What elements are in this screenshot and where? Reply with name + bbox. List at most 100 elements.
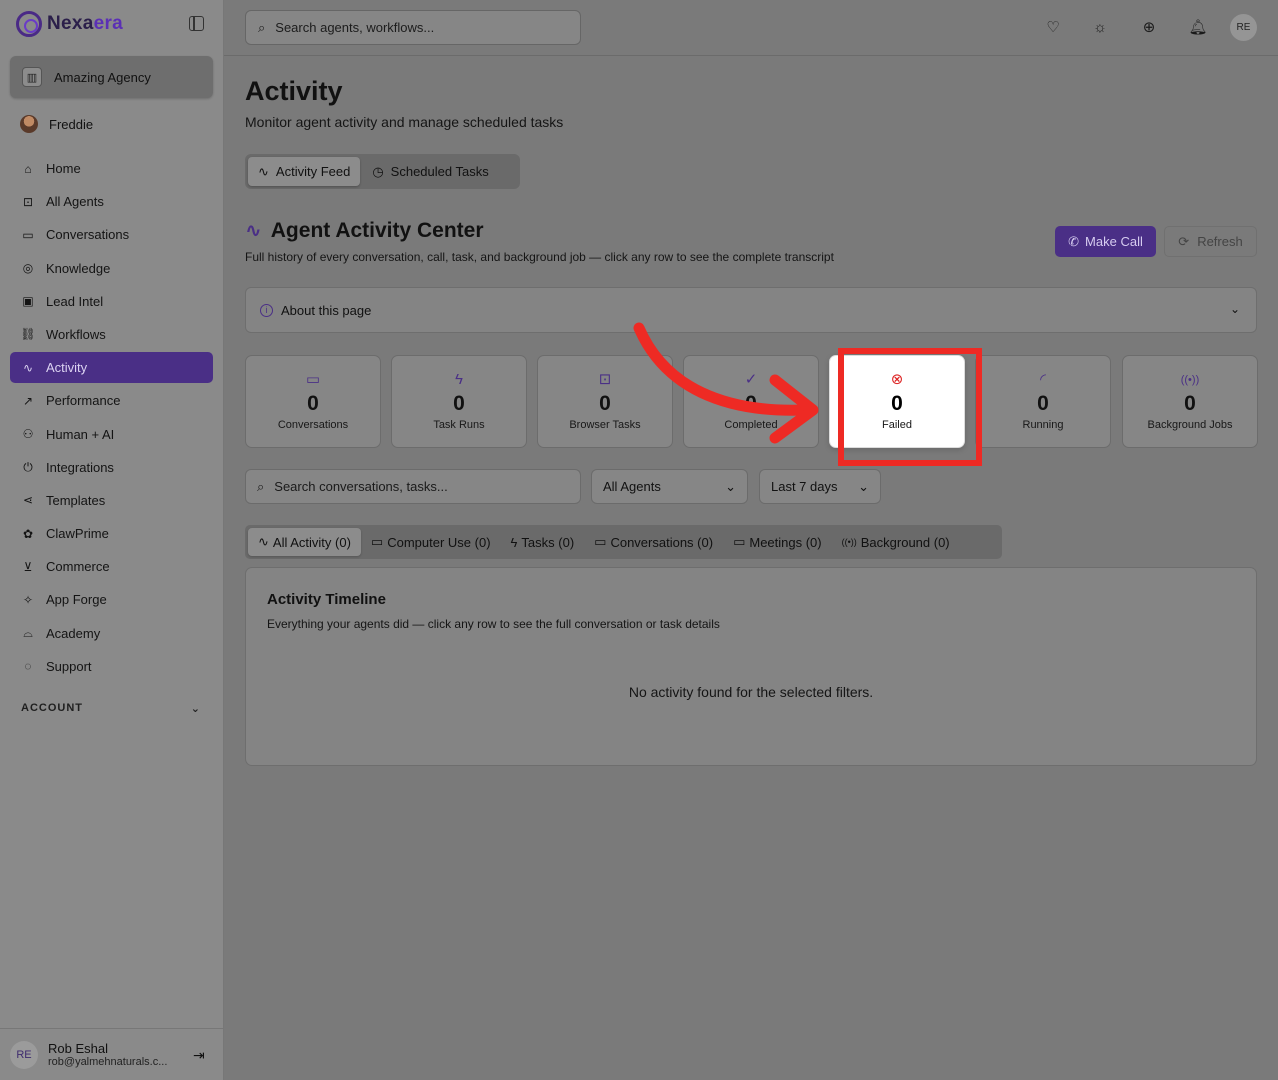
radio-icon: ((•)): [1180, 374, 1200, 386]
tab-conversations[interactable]: ▭ Conversations (0): [584, 528, 723, 556]
radio-icon: ((•)): [841, 537, 857, 547]
workflow-icon: ⛓: [20, 327, 36, 342]
stat-label: Browser Tasks: [569, 419, 641, 431]
sidebar-item-performance[interactable]: ↗ Performance: [10, 385, 213, 416]
check-circle-icon: ✓: [744, 371, 758, 388]
sidebar-item-templates[interactable]: ⋖ Templates: [10, 485, 213, 516]
about-page-accordion[interactable]: i About this page ⌄: [245, 287, 1257, 333]
stat-value: 0: [599, 392, 611, 415]
sparkle-icon: ✧: [22, 592, 34, 607]
date-range-select[interactable]: Last 7 days ⌄: [759, 469, 881, 504]
stat-label: Background Jobs: [1147, 419, 1233, 431]
annotation-highlight-box: [838, 348, 982, 466]
sidebar: Nexaera ▥ Amazing Agency Freddie ⌂ Home ⊡…: [0, 0, 224, 1080]
section-subtitle: Full history of every conversation, call…: [245, 250, 834, 264]
sidebar-item-home[interactable]: ⌂ Home: [10, 153, 213, 184]
monitor-icon: ⊡: [598, 371, 612, 388]
sidebar-item-clawprime[interactable]: ✿ ClawPrime: [10, 518, 213, 549]
sidebar-item-workflows[interactable]: ⛓ Workflows: [10, 319, 213, 350]
timeline-subtitle: Everything your agents did — click any r…: [267, 617, 720, 631]
activity-type-tabs: ∿ All Activity (0) ▭ Computer Use (0) ϟ Tas…: [245, 525, 1002, 559]
sidebar-item-activity[interactable]: ∿ Activity: [10, 352, 213, 384]
account-email: rob@yalmehnaturals.c...: [48, 1056, 168, 1068]
tab-all-activity[interactable]: ∿ All Activity (0): [248, 528, 361, 556]
tab-computer-use[interactable]: ▭ Computer Use (0): [361, 528, 501, 556]
sidebar-item-human-ai[interactable]: ⚇ Human + AI: [10, 419, 213, 450]
account-section-toggle[interactable]: ACCOUNT ⌄: [21, 702, 201, 715]
stat-label: Task Runs: [433, 419, 485, 431]
tab-meetings[interactable]: ▭ Meetings (0): [723, 528, 832, 556]
sidebar-nav: ⌂ Home ⊡ All Agents ▭ Conversations ◎ Knowle…: [10, 153, 213, 684]
lifebuoy-icon[interactable]: ⊕: [1139, 18, 1159, 38]
sidebar-item-integrations[interactable]: ⏻ Integrations: [10, 452, 213, 483]
user-name: Freddie: [49, 116, 94, 132]
logo[interactable]: Nexaera: [16, 10, 123, 38]
plug-icon: ⏻: [23, 460, 33, 475]
tab-background[interactable]: ((•)) Background (0): [832, 528, 960, 556]
avatar[interactable]: RE: [1230, 14, 1257, 41]
activity-icon: ∿: [22, 360, 34, 375]
account-footer[interactable]: RE Rob Eshal rob@yalmehnaturals.c... ⇥: [0, 1028, 223, 1080]
account-label: ACCOUNT: [21, 702, 83, 714]
tab-scheduled-tasks[interactable]: ◷ Scheduled Tasks: [362, 157, 498, 186]
zap-icon: ϟ: [455, 371, 463, 388]
bell-icon[interactable]: 🔔︎: [1188, 18, 1208, 38]
stat-value: 0: [307, 392, 319, 415]
page-subtitle: Monitor agent activity and manage schedu…: [245, 114, 564, 130]
chat-icon: ▭: [22, 227, 34, 242]
stat-value: 0: [453, 392, 465, 415]
sidebar-item-conversations[interactable]: ▭ Conversations: [10, 219, 213, 250]
refresh-icon: ⟳: [1178, 233, 1190, 249]
activity-search-input[interactable]: ⌕ Search conversations, tasks...: [245, 469, 581, 504]
sidebar-item-knowledge[interactable]: ◎ Knowledge: [10, 253, 213, 284]
make-call-button[interactable]: ✆ Make Call: [1055, 226, 1156, 257]
sidebar-item-all-agents[interactable]: ⊡ All Agents: [10, 186, 213, 217]
agency-name: Amazing Agency: [54, 69, 151, 85]
sidebar-item-support[interactable]: ◌ Support: [10, 651, 213, 682]
section-title: ∿ Agent Activity Center: [245, 218, 484, 243]
tab-tasks[interactable]: ϟ Tasks (0): [501, 528, 585, 556]
sidebar-item-academy[interactable]: ⌓ Academy: [10, 618, 213, 649]
avatar: RE: [10, 1040, 38, 1069]
page-tabs: ∿ Activity Feed ◷ Scheduled Tasks: [245, 154, 520, 189]
phone-icon: ✆: [1068, 233, 1080, 249]
refresh-button[interactable]: ⟳ Refresh: [1164, 226, 1257, 257]
stat-card-completed[interactable]: ✓ 0 Completed: [683, 355, 819, 448]
activity-icon: ∿: [258, 534, 269, 549]
help-icon: ◌: [24, 659, 32, 674]
activity-icon: ∿: [245, 220, 262, 242]
global-search-input[interactable]: ⌕ Search agents, workflows...: [245, 10, 581, 45]
current-user[interactable]: Freddie: [20, 114, 93, 134]
logout-icon[interactable]: ⇥: [193, 1047, 205, 1064]
share-icon: ⋖: [22, 493, 34, 508]
stat-card-background-jobs[interactable]: ((•)) 0 Background Jobs: [1122, 355, 1258, 448]
stat-value: 0: [1184, 392, 1196, 415]
agent-filter-select[interactable]: All Agents ⌄: [591, 469, 748, 504]
paw-icon: ✿: [22, 526, 34, 541]
trend-icon: ↗: [22, 393, 34, 408]
sidebar-item-lead-intel[interactable]: ▣ Lead Intel: [10, 286, 213, 317]
agency-switcher[interactable]: ▥ Amazing Agency: [10, 56, 213, 98]
stat-value: 0: [1037, 392, 1049, 415]
chevron-down-icon: ⌄: [1229, 302, 1240, 316]
empty-state-message: No activity found for the selected filte…: [628, 684, 874, 700]
stat-card-task-runs[interactable]: ϟ 0 Task Runs: [391, 355, 527, 448]
tab-activity-feed[interactable]: ∿ Activity Feed: [248, 157, 361, 186]
sidebar-item-app-forge[interactable]: ✧ App Forge: [10, 584, 213, 615]
sidebar-collapse-icon[interactable]: [189, 16, 204, 31]
chat-icon: ▭: [305, 371, 321, 388]
info-icon: i: [260, 303, 273, 317]
topbar: ⌕ Search agents, workflows... ♡ ☼ ⊕ 🔔︎ R…: [224, 0, 1278, 56]
stat-card-running[interactable]: ◜ 0 Running: [975, 355, 1111, 448]
timeline-title: Activity Timeline: [267, 591, 386, 608]
heart-icon[interactable]: ♡: [1043, 18, 1063, 38]
stat-card-browser-tasks[interactable]: ⊡ 0 Browser Tasks: [537, 355, 673, 448]
contact-icon: ▣: [22, 294, 34, 309]
logo-text: Nexaera: [47, 13, 124, 34]
sun-icon[interactable]: ☼: [1090, 18, 1110, 38]
clock-icon: ◷: [372, 163, 384, 179]
sidebar-item-commerce[interactable]: ⊻ Commerce: [10, 551, 213, 582]
stat-card-conversations[interactable]: ▭ 0 Conversations: [245, 355, 381, 448]
activity-timeline-card: Activity Timeline Everything your agents…: [245, 567, 1257, 766]
cart-icon: ⊻: [23, 559, 33, 574]
